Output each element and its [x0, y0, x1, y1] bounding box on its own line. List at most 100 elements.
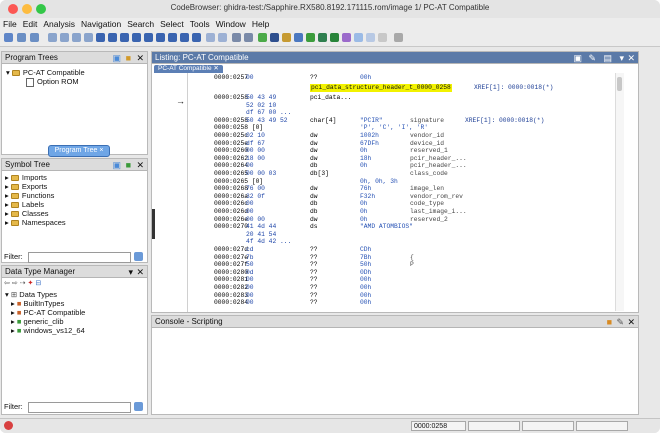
function-icon[interactable] [156, 33, 165, 42]
listing-row[interactable]: 4f 4d 42 ... [214, 238, 604, 246]
edit-fields-icon[interactable]: ✎ [588, 53, 596, 63]
nav-icon[interactable] [72, 33, 81, 42]
checkmark-icon[interactable] [258, 33, 267, 42]
data-icon[interactable] [120, 33, 129, 42]
menu-navigation[interactable]: Navigation [78, 18, 124, 30]
filter-icon[interactable]: ✦ [27, 280, 33, 287]
listing-row[interactable]: 0000:0258 50 43 49 pci_data... [214, 94, 604, 102]
folder-icon[interactable]: ■ [126, 53, 131, 63]
forward-icon[interactable] [30, 33, 39, 42]
back-icon[interactable]: ⇦ [4, 280, 10, 287]
bytes-icon[interactable] [366, 33, 375, 42]
menu-dropdown-icon[interactable]: ▾ [128, 267, 133, 277]
dtm-filter-input[interactable] [28, 402, 131, 413]
listing-row[interactable]: 0000:026c 00 db 0h code_type [214, 200, 604, 208]
listing-body[interactable]: pci_data_structure_header_t_0000_0258 XR… [214, 74, 614, 311]
listing-row[interactable]: 0000:0284 00?? 00h [214, 299, 604, 307]
listing-row[interactable]: 0000:025e df 67 dw 67DFh device_id [214, 140, 604, 148]
close-icon[interactable]: ✕ [136, 160, 144, 170]
listing-row[interactable]: 0000:0265 [0] 0h, 0h, 3h [214, 178, 604, 186]
save-icon[interactable] [4, 33, 13, 42]
tree-node-option-rom[interactable]: Option ROM [6, 77, 85, 87]
forward-icon[interactable]: ⇨ [12, 280, 18, 287]
listing-row[interactable]: 0000:027e 7b?? 7Bh { [214, 254, 604, 262]
dt-builtin[interactable]: ▸ ■ BuiltInTypes [5, 299, 85, 308]
listing-row[interactable]: 0000:027f 50?? 50h P [214, 261, 604, 269]
nav-icon[interactable] [60, 33, 69, 42]
listing-row[interactable]: 0000:0257 00?? 00h [214, 74, 604, 82]
listing-row[interactable]: 0000:0282 00?? 00h [214, 284, 604, 292]
open-tree-icon[interactable]: ▣ [112, 53, 121, 63]
listing-row[interactable]: 0000:0268 76 00 dw 76h image_len [214, 185, 604, 193]
splitter[interactable] [152, 209, 155, 239]
tree-node-root[interactable]: ▾ PC-AT Compatible [6, 68, 85, 77]
listing-row[interactable]: 0000:026e 00 00 dw 0h reserved_2 [214, 216, 604, 224]
back-icon[interactable] [17, 33, 26, 42]
variable-icon[interactable] [180, 33, 189, 42]
redo-icon[interactable] [244, 33, 253, 42]
window-icon[interactable] [294, 33, 303, 42]
listing-row[interactable]: 52 02 10 [214, 102, 604, 110]
filter-options-icon[interactable] [134, 402, 143, 411]
snapshot-icon[interactable]: ▣ [573, 53, 582, 63]
close-icon[interactable]: ✕ [627, 317, 635, 327]
undo-icon[interactable] [232, 33, 241, 42]
listing-row[interactable]: 20 41 54 [214, 231, 604, 239]
function-graph-icon[interactable] [306, 33, 315, 42]
paste-icon[interactable] [218, 33, 227, 42]
close-tab-icon[interactable]: × [99, 147, 103, 154]
menu-edit[interactable]: Edit [20, 18, 41, 30]
listing-row[interactable]: 0000:0258 50 43 49 52 char[4] "PCIR" signatu… [214, 117, 604, 125]
filter-options-icon[interactable] [134, 252, 143, 261]
tab-program-tree[interactable]: Program Tree × [48, 145, 110, 157]
print-icon[interactable]: ▤ [603, 53, 612, 63]
menu-select[interactable]: Select [157, 18, 187, 30]
nav-icon[interactable] [48, 33, 57, 42]
vertical-scrollbar[interactable] [615, 73, 624, 311]
symbol-node-imports[interactable]: ▸ Imports [5, 173, 66, 182]
menu-help[interactable]: Help [249, 18, 272, 30]
tab-pc-at-compatible[interactable]: PC-AT Compatible ✕ [154, 65, 223, 73]
undefined-icon[interactable] [132, 33, 141, 42]
menu-search[interactable]: Search [124, 18, 157, 30]
data-type-icon[interactable] [354, 33, 363, 42]
menu-tools[interactable]: Tools [187, 18, 213, 30]
listing-row[interactable]: 0000:0262 18 00 dw 18h pcir_header_... [214, 155, 604, 163]
clear-console-icon[interactable]: ■ [607, 317, 612, 327]
error-indicator-icon[interactable] [4, 421, 13, 430]
vector-icon[interactable] [168, 33, 177, 42]
symbol-node-exports[interactable]: ▸ Exports [5, 182, 66, 191]
download-icon[interactable] [96, 33, 105, 42]
listing-row[interactable]: 0000:0258 [0] 'P', 'C', 'I', 'R' [214, 124, 604, 132]
tree-icon[interactable]: ▣ [112, 160, 121, 170]
close-icon[interactable]: ✕ [627, 53, 635, 63]
listing-row[interactable]: 0000:0280 0d?? 0Dh [214, 269, 604, 277]
symbol-node-functions[interactable]: ▸ Functions [5, 191, 66, 200]
listing-label[interactable]: pci_data_structure_header_t_0000_0258 [310, 84, 452, 92]
listing-row[interactable]: 0000:025c 02 10 dw 1002h vendor_id [214, 132, 604, 140]
script-icon[interactable] [270, 33, 279, 42]
dt-windows-vs12[interactable]: ▸ ■ windows_vs12_64 [5, 326, 85, 335]
dt-program[interactable]: ▸ ■ PC-AT Compatible [5, 308, 85, 317]
label-icon[interactable] [144, 33, 153, 42]
symbol-node-labels[interactable]: ▸ Labels [5, 200, 66, 209]
scrollbar-thumb[interactable] [617, 77, 622, 91]
menu-analysis[interactable]: Analysis [40, 18, 78, 30]
symbol-table-icon[interactable] [318, 33, 327, 42]
close-icon[interactable]: ✕ [136, 53, 144, 63]
menu-window[interactable]: Window [213, 18, 249, 30]
nav-icon[interactable] [84, 33, 93, 42]
listing-row[interactable]: 0000:026a 32 0f dw F32h vendor_rom_rev [214, 193, 604, 201]
refresh-icon[interactable]: ■ [126, 160, 131, 170]
listing-row[interactable]: 0000:0283 00?? 00h [214, 292, 604, 300]
decompile-icon[interactable] [330, 33, 339, 42]
symbol-node-classes[interactable]: ▸ Classes [5, 209, 66, 218]
listing-row[interactable]: 0000:0260 00 00 dw 0h reserved_1 [214, 147, 604, 155]
edit-icon[interactable]: ✎ [616, 317, 624, 327]
listing-row[interactable]: 0000:026d 00 db 0h last_image_i... [214, 208, 604, 216]
expand-icon[interactable]: ⊟ [35, 280, 41, 287]
arrow-icon[interactable]: ⇢ [20, 280, 26, 287]
listing-row[interactable]: 0000:0265 00 00 03 db[3] class_code [214, 170, 604, 178]
entry-icon[interactable] [192, 33, 201, 42]
overview-margin[interactable] [626, 73, 636, 311]
